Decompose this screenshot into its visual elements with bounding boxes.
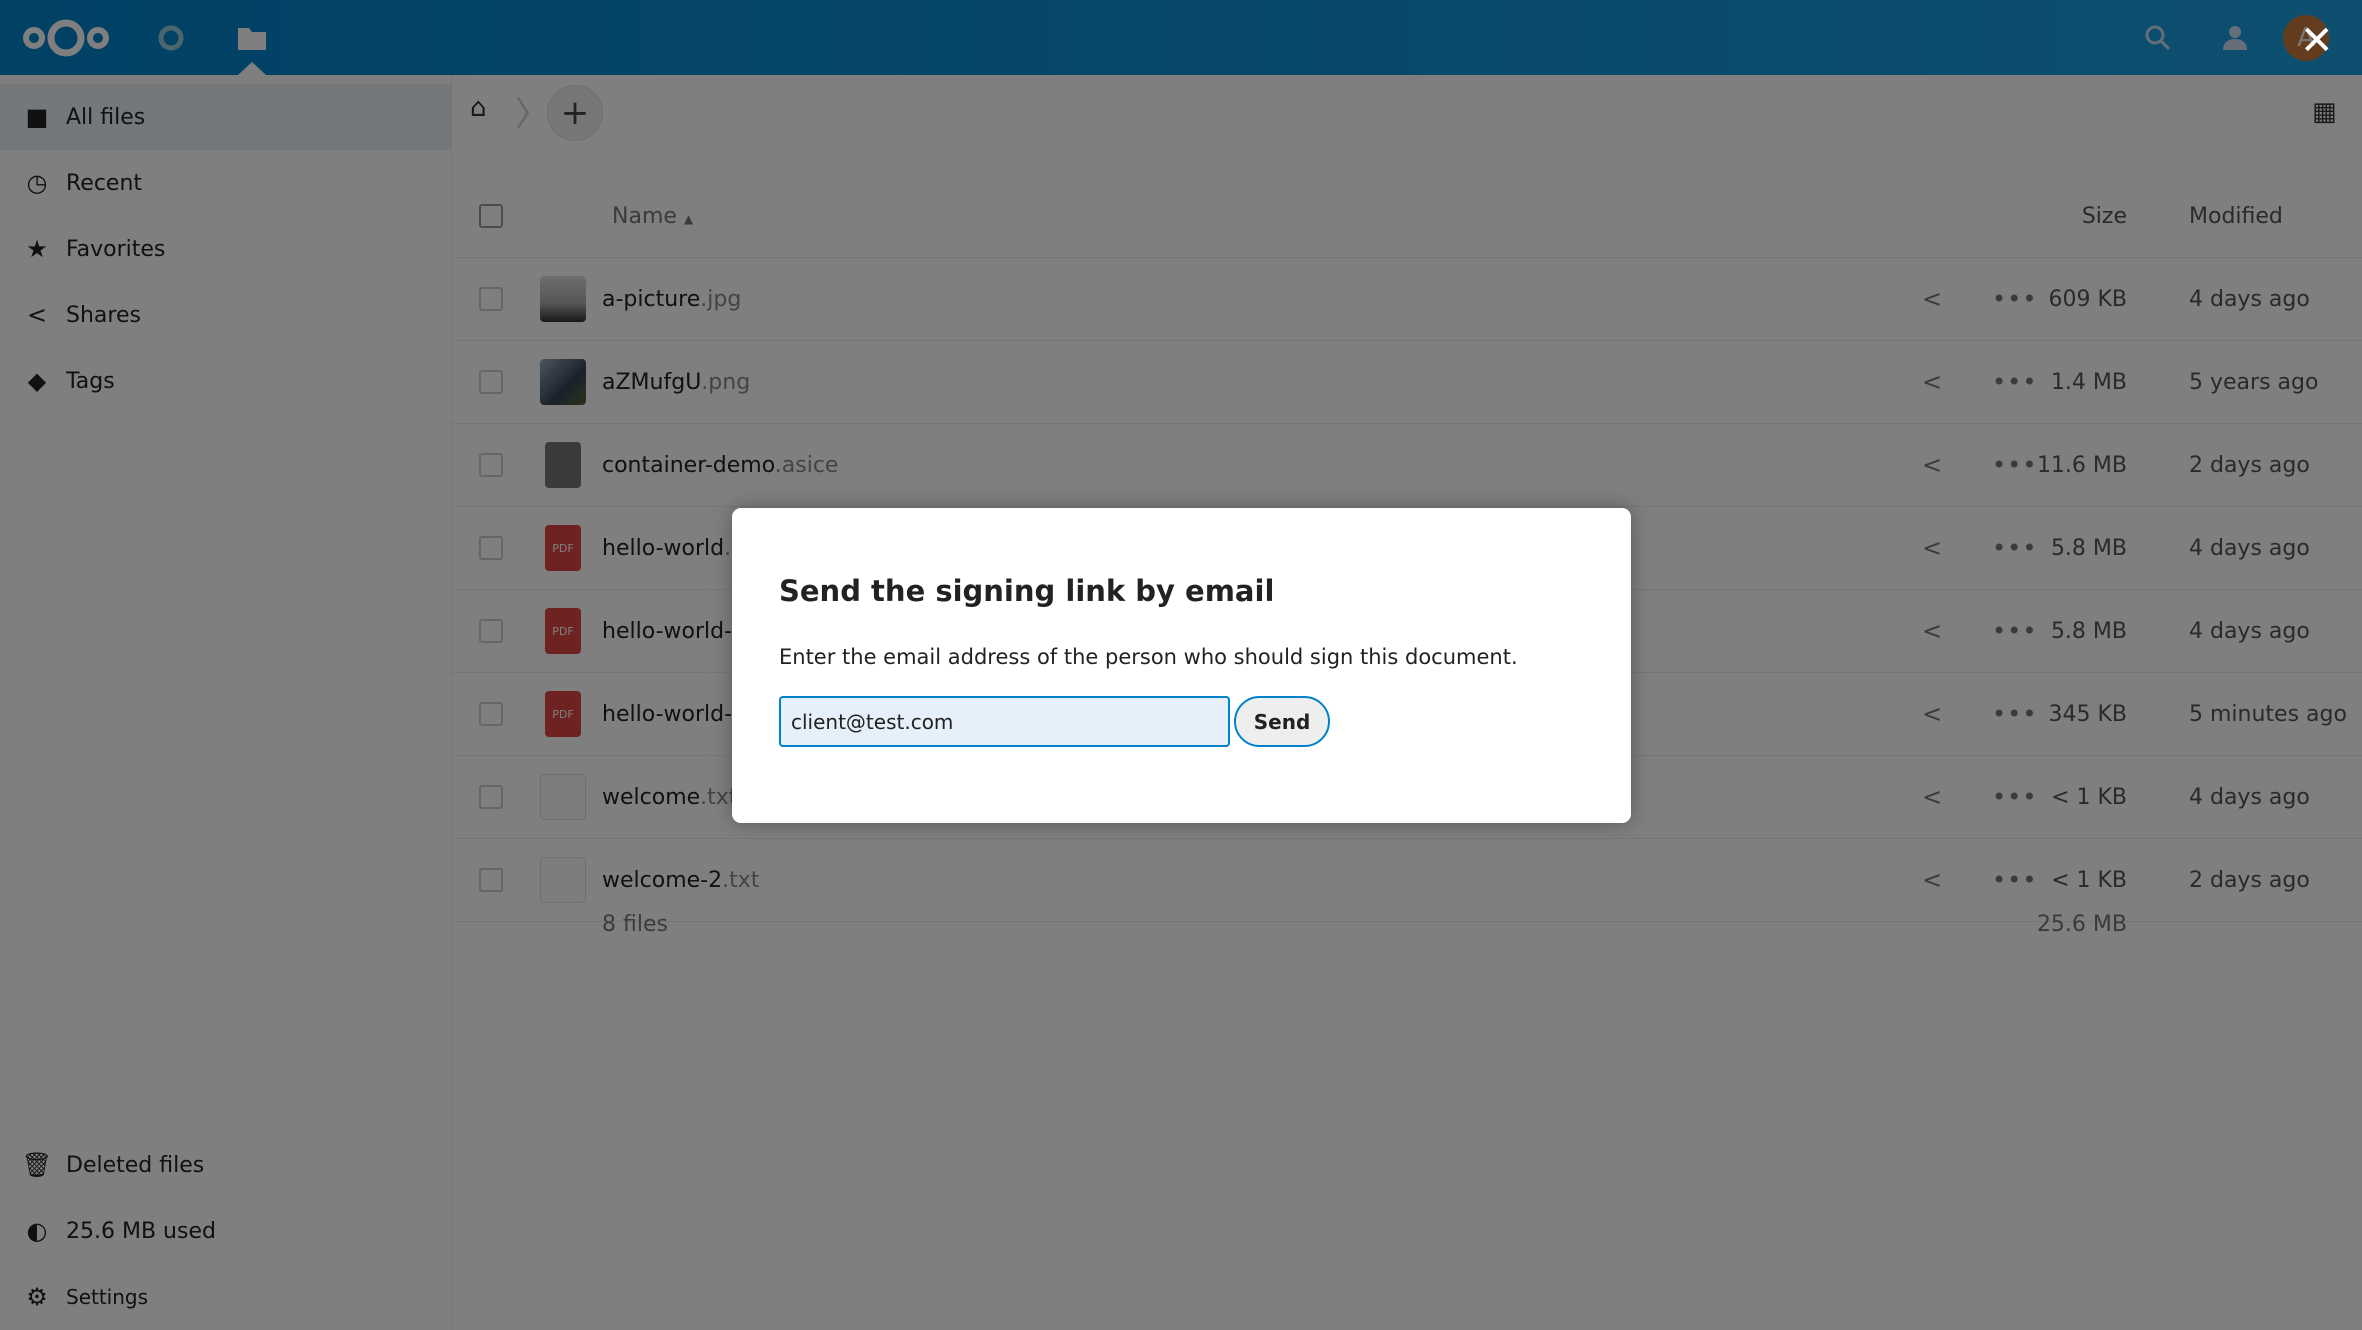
close-icon[interactable]: ✕ [2300, 18, 2334, 64]
send-button[interactable]: Send [1234, 696, 1330, 747]
signing-link-dialog: Send the signing link by email Enter the… [732, 508, 1631, 823]
dialog-title: Send the signing link by email [779, 574, 1275, 608]
dialog-description: Enter the email address of the person wh… [779, 645, 1518, 669]
email-field[interactable] [779, 696, 1230, 747]
